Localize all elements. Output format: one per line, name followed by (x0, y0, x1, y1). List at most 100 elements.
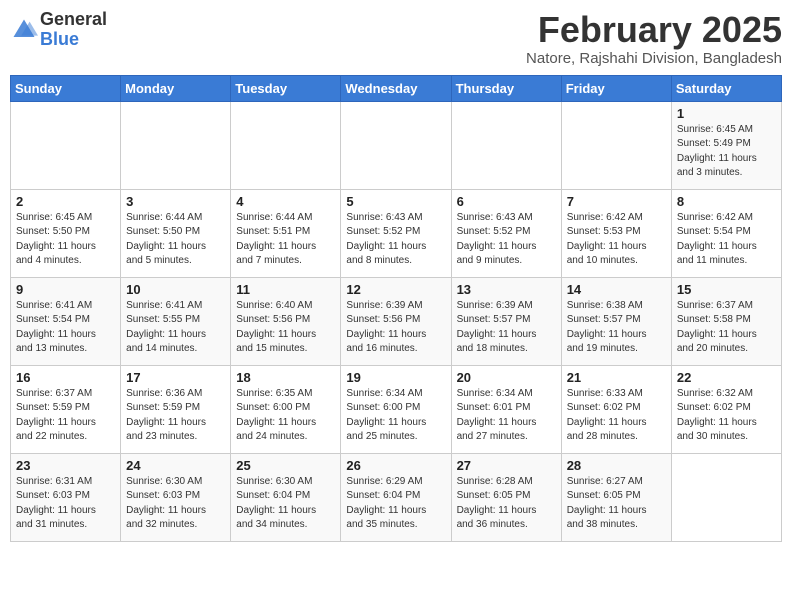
day-number: 20 (457, 370, 556, 385)
calendar-cell: 27 Sunrise: 6:28 AM Sunset: 6:05 PM Dayli… (451, 453, 561, 541)
title-block: February 2025 Natore, Rajshahi Division,… (526, 10, 782, 67)
day-info: Sunrise: 6:43 AM Sunset: 5:52 PM Dayligh… (346, 211, 445, 269)
day-info: Sunrise: 6:37 AM Sunset: 5:59 PM Dayligh… (16, 387, 115, 445)
calendar-cell (561, 101, 671, 189)
weekday-header: Monday (121, 75, 231, 101)
day-number: 26 (346, 458, 445, 473)
calendar-cell: 5 Sunrise: 6:43 AM Sunset: 5:52 PM Daylig… (341, 189, 451, 277)
day-number: 25 (236, 458, 335, 473)
calendar-cell: 17 Sunrise: 6:36 AM Sunset: 5:59 PM Dayli… (121, 365, 231, 453)
day-info: Sunrise: 6:35 AM Sunset: 6:00 PM Dayligh… (236, 387, 335, 445)
logo-text: General Blue (40, 10, 107, 50)
weekday-header: Sunday (11, 75, 121, 101)
calendar-cell: 9Sunrise: 6:41 AM Sunset: 5:54 PM Daylig… (11, 277, 121, 365)
calendar: SundayMondayTuesdayWednesdayThursdayFrid… (10, 75, 782, 542)
day-info: Sunrise: 6:38 AM Sunset: 5:57 PM Dayligh… (567, 299, 666, 357)
day-number: 12 (346, 282, 445, 297)
calendar-cell (671, 453, 781, 541)
day-number: 5 (346, 194, 445, 209)
calendar-cell: 24Sunrise: 6:30 AM Sunset: 6:03 PM Dayli… (121, 453, 231, 541)
calendar-cell: 19 Sunrise: 6:34 AM Sunset: 6:00 PM Dayli… (341, 365, 451, 453)
weekday-header: Friday (561, 75, 671, 101)
logo-blue: Blue (40, 30, 107, 50)
day-info: Sunrise: 6:45 AM Sunset: 5:50 PM Dayligh… (16, 211, 115, 269)
day-info: Sunrise: 6:40 AM Sunset: 5:56 PM Dayligh… (236, 299, 335, 357)
day-info: Sunrise: 6:33 AM Sunset: 6:02 PM Dayligh… (567, 387, 666, 445)
calendar-week-row: 2 Sunrise: 6:45 AM Sunset: 5:50 PM Daylig… (11, 189, 782, 277)
calendar-cell (231, 101, 341, 189)
weekday-header: Wednesday (341, 75, 451, 101)
day-info: Sunrise: 6:34 AM Sunset: 6:00 PM Dayligh… (346, 387, 445, 445)
weekday-header: Tuesday (231, 75, 341, 101)
day-info: Sunrise: 6:36 AM Sunset: 5:59 PM Dayligh… (126, 387, 225, 445)
day-number: 22 (677, 370, 776, 385)
day-number: 19 (346, 370, 445, 385)
day-number: 1 (677, 106, 776, 121)
day-number: 16 (16, 370, 115, 385)
day-number: 17 (126, 370, 225, 385)
day-number: 13 (457, 282, 556, 297)
day-number: 2 (16, 194, 115, 209)
day-number: 8 (677, 194, 776, 209)
calendar-cell: 15 Sunrise: 6:37 AM Sunset: 5:58 PM Dayli… (671, 277, 781, 365)
calendar-cell (451, 101, 561, 189)
calendar-cell: 13 Sunrise: 6:39 AM Sunset: 5:57 PM Dayli… (451, 277, 561, 365)
calendar-cell: 25 Sunrise: 6:30 AM Sunset: 6:04 PM Dayli… (231, 453, 341, 541)
calendar-cell: 18 Sunrise: 6:35 AM Sunset: 6:00 PM Dayli… (231, 365, 341, 453)
day-number: 28 (567, 458, 666, 473)
calendar-week-row: 9Sunrise: 6:41 AM Sunset: 5:54 PM Daylig… (11, 277, 782, 365)
calendar-cell: 1 Sunrise: 6:45 AM Sunset: 5:49 PM Daylig… (671, 101, 781, 189)
day-info: Sunrise: 6:45 AM Sunset: 5:49 PM Dayligh… (677, 123, 776, 181)
calendar-cell: 6Sunrise: 6:43 AM Sunset: 5:52 PM Daylig… (451, 189, 561, 277)
calendar-week-row: 23 Sunrise: 6:31 AM Sunset: 6:03 PM Dayli… (11, 453, 782, 541)
day-info: Sunrise: 6:41 AM Sunset: 5:55 PM Dayligh… (126, 299, 225, 357)
weekday-header: Saturday (671, 75, 781, 101)
day-number: 10 (126, 282, 225, 297)
day-number: 15 (677, 282, 776, 297)
day-info: Sunrise: 6:30 AM Sunset: 6:04 PM Dayligh… (236, 475, 335, 533)
calendar-cell: 21 Sunrise: 6:33 AM Sunset: 6:02 PM Dayli… (561, 365, 671, 453)
day-number: 14 (567, 282, 666, 297)
calendar-cell: 7 Sunrise: 6:42 AM Sunset: 5:53 PM Daylig… (561, 189, 671, 277)
calendar-cell: 22 Sunrise: 6:32 AM Sunset: 6:02 PM Dayli… (671, 365, 781, 453)
day-info: Sunrise: 6:31 AM Sunset: 6:03 PM Dayligh… (16, 475, 115, 533)
calendar-week-row: 1 Sunrise: 6:45 AM Sunset: 5:49 PM Daylig… (11, 101, 782, 189)
day-info: Sunrise: 6:42 AM Sunset: 5:54 PM Dayligh… (677, 211, 776, 269)
calendar-cell: 26 Sunrise: 6:29 AM Sunset: 6:04 PM Dayli… (341, 453, 451, 541)
calendar-cell (341, 101, 451, 189)
calendar-cell: 16 Sunrise: 6:37 AM Sunset: 5:59 PM Dayli… (11, 365, 121, 453)
day-info: Sunrise: 6:28 AM Sunset: 6:05 PM Dayligh… (457, 475, 556, 533)
day-info: Sunrise: 6:39 AM Sunset: 5:57 PM Dayligh… (457, 299, 556, 357)
day-info: Sunrise: 6:44 AM Sunset: 5:50 PM Dayligh… (126, 211, 225, 269)
day-number: 23 (16, 458, 115, 473)
calendar-cell: 2 Sunrise: 6:45 AM Sunset: 5:50 PM Daylig… (11, 189, 121, 277)
calendar-cell: 3 Sunrise: 6:44 AM Sunset: 5:50 PM Daylig… (121, 189, 231, 277)
calendar-cell (121, 101, 231, 189)
day-number: 27 (457, 458, 556, 473)
day-info: Sunrise: 6:37 AM Sunset: 5:58 PM Dayligh… (677, 299, 776, 357)
day-info: Sunrise: 6:27 AM Sunset: 6:05 PM Dayligh… (567, 475, 666, 533)
day-number: 4 (236, 194, 335, 209)
day-info: Sunrise: 6:32 AM Sunset: 6:02 PM Dayligh… (677, 387, 776, 445)
logo: General Blue (10, 10, 107, 50)
calendar-cell: 28 Sunrise: 6:27 AM Sunset: 6:05 PM Dayli… (561, 453, 671, 541)
calendar-cell: 20Sunrise: 6:34 AM Sunset: 6:01 PM Dayli… (451, 365, 561, 453)
day-info: Sunrise: 6:42 AM Sunset: 5:53 PM Dayligh… (567, 211, 666, 269)
day-number: 11 (236, 282, 335, 297)
day-info: Sunrise: 6:44 AM Sunset: 5:51 PM Dayligh… (236, 211, 335, 269)
day-info: Sunrise: 6:43 AM Sunset: 5:52 PM Dayligh… (457, 211, 556, 269)
day-number: 7 (567, 194, 666, 209)
location-title: Natore, Rajshahi Division, Bangladesh (526, 50, 782, 67)
day-info: Sunrise: 6:41 AM Sunset: 5:54 PM Dayligh… (16, 299, 115, 357)
calendar-cell: 4 Sunrise: 6:44 AM Sunset: 5:51 PM Daylig… (231, 189, 341, 277)
logo-icon (10, 16, 38, 44)
day-number: 18 (236, 370, 335, 385)
month-title: February 2025 (526, 10, 782, 50)
weekday-header: Thursday (451, 75, 561, 101)
calendar-cell: 12Sunrise: 6:39 AM Sunset: 5:56 PM Dayli… (341, 277, 451, 365)
day-number: 3 (126, 194, 225, 209)
day-number: 21 (567, 370, 666, 385)
calendar-cell: 8 Sunrise: 6:42 AM Sunset: 5:54 PM Daylig… (671, 189, 781, 277)
day-info: Sunrise: 6:29 AM Sunset: 6:04 PM Dayligh… (346, 475, 445, 533)
day-info: Sunrise: 6:30 AM Sunset: 6:03 PM Dayligh… (126, 475, 225, 533)
